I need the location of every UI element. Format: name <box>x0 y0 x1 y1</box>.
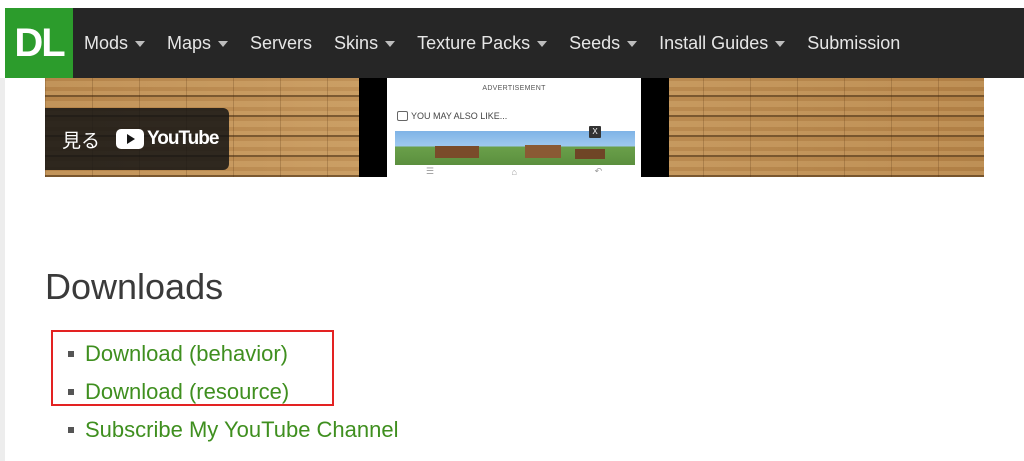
downloads-heading: Downloads <box>45 266 224 307</box>
chevron-down-icon <box>537 41 548 47</box>
video-embed-banner[interactable]: 見る YouTube ADVERTISEMENT YOU MAY ALSO LI… <box>45 78 984 177</box>
youtube-label: YouTube <box>147 128 219 149</box>
left-gutter <box>0 78 5 461</box>
chevron-down-icon <box>775 41 786 47</box>
list-item: Subscribe My YouTube Channel <box>68 411 399 449</box>
ad-label: ADVERTISEMENT <box>482 85 546 92</box>
nav-item-label: Mods <box>84 32 129 53</box>
youtube-logo: YouTube <box>116 128 219 150</box>
nav-item-servers[interactable]: Servers <box>250 33 312 54</box>
highlight-box <box>51 330 334 406</box>
video-player[interactable]: ADVERTISEMENT YOU MAY ALSO LIKE... X ☰ ⌂… <box>359 78 669 177</box>
may-like-label: YOU MAY ALSO LIKE... <box>411 111 508 121</box>
nav-item-label: Texture Packs <box>417 32 531 53</box>
menu-icon: ☰ <box>425 166 434 176</box>
subscribe-youtube-link[interactable]: Subscribe My YouTube Channel <box>85 417 399 443</box>
thumbnail-house <box>435 146 479 158</box>
nav-item-skins[interactable]: Skins <box>334 32 396 54</box>
watch-label: 見る <box>62 130 101 152</box>
phone-screen: ADVERTISEMENT YOU MAY ALSO LIKE... X ☰ ⌂… <box>387 78 641 177</box>
thumbs-up-icon <box>397 111 408 121</box>
nav-item-maps[interactable]: Maps <box>167 32 229 54</box>
chevron-down-icon <box>627 41 638 47</box>
nav-item-submission[interactable]: Submission <box>807 33 900 54</box>
close-icon[interactable]: X <box>589 126 601 138</box>
home-icon: ⌂ <box>511 166 517 177</box>
nav-item-label: Maps <box>167 32 212 53</box>
bullet-icon <box>68 427 74 433</box>
nav-item-seeds[interactable]: Seeds <box>569 32 638 54</box>
chevron-down-icon <box>218 41 229 47</box>
nav-item-mods[interactable]: Mods <box>84 32 146 54</box>
chevron-down-icon <box>385 41 396 47</box>
phone-nav-bar: ☰ ⌂ ↶ <box>387 166 641 177</box>
thumbnail-house <box>575 149 605 159</box>
nav-item-label: Seeds <box>569 32 621 53</box>
chevron-down-icon <box>135 41 146 47</box>
top-strip <box>0 0 1024 8</box>
youtube-play-icon <box>116 129 145 149</box>
nav-item-label: Servers <box>250 32 313 53</box>
site-logo[interactable]: DL <box>5 8 73 78</box>
nav-item-texture-packs[interactable]: Texture Packs <box>417 32 548 54</box>
watch-on-youtube-button[interactable]: 見る YouTube <box>45 108 229 170</box>
nav-menu: Mods Maps Servers Skins Texture Packs Se… <box>84 8 922 78</box>
nav-item-label: Install Guides <box>659 32 769 53</box>
may-like-header: YOU MAY ALSO LIKE... <box>397 111 507 121</box>
nav-item-label: Submission <box>807 32 901 53</box>
main-navbar: DL Mods Maps Servers Skins Texture Packs… <box>5 8 1024 78</box>
nav-item-install-guides[interactable]: Install Guides <box>659 32 786 54</box>
back-icon: ↶ <box>594 166 603 176</box>
nav-item-label: Skins <box>334 32 379 53</box>
thumbnail-house <box>525 145 561 158</box>
